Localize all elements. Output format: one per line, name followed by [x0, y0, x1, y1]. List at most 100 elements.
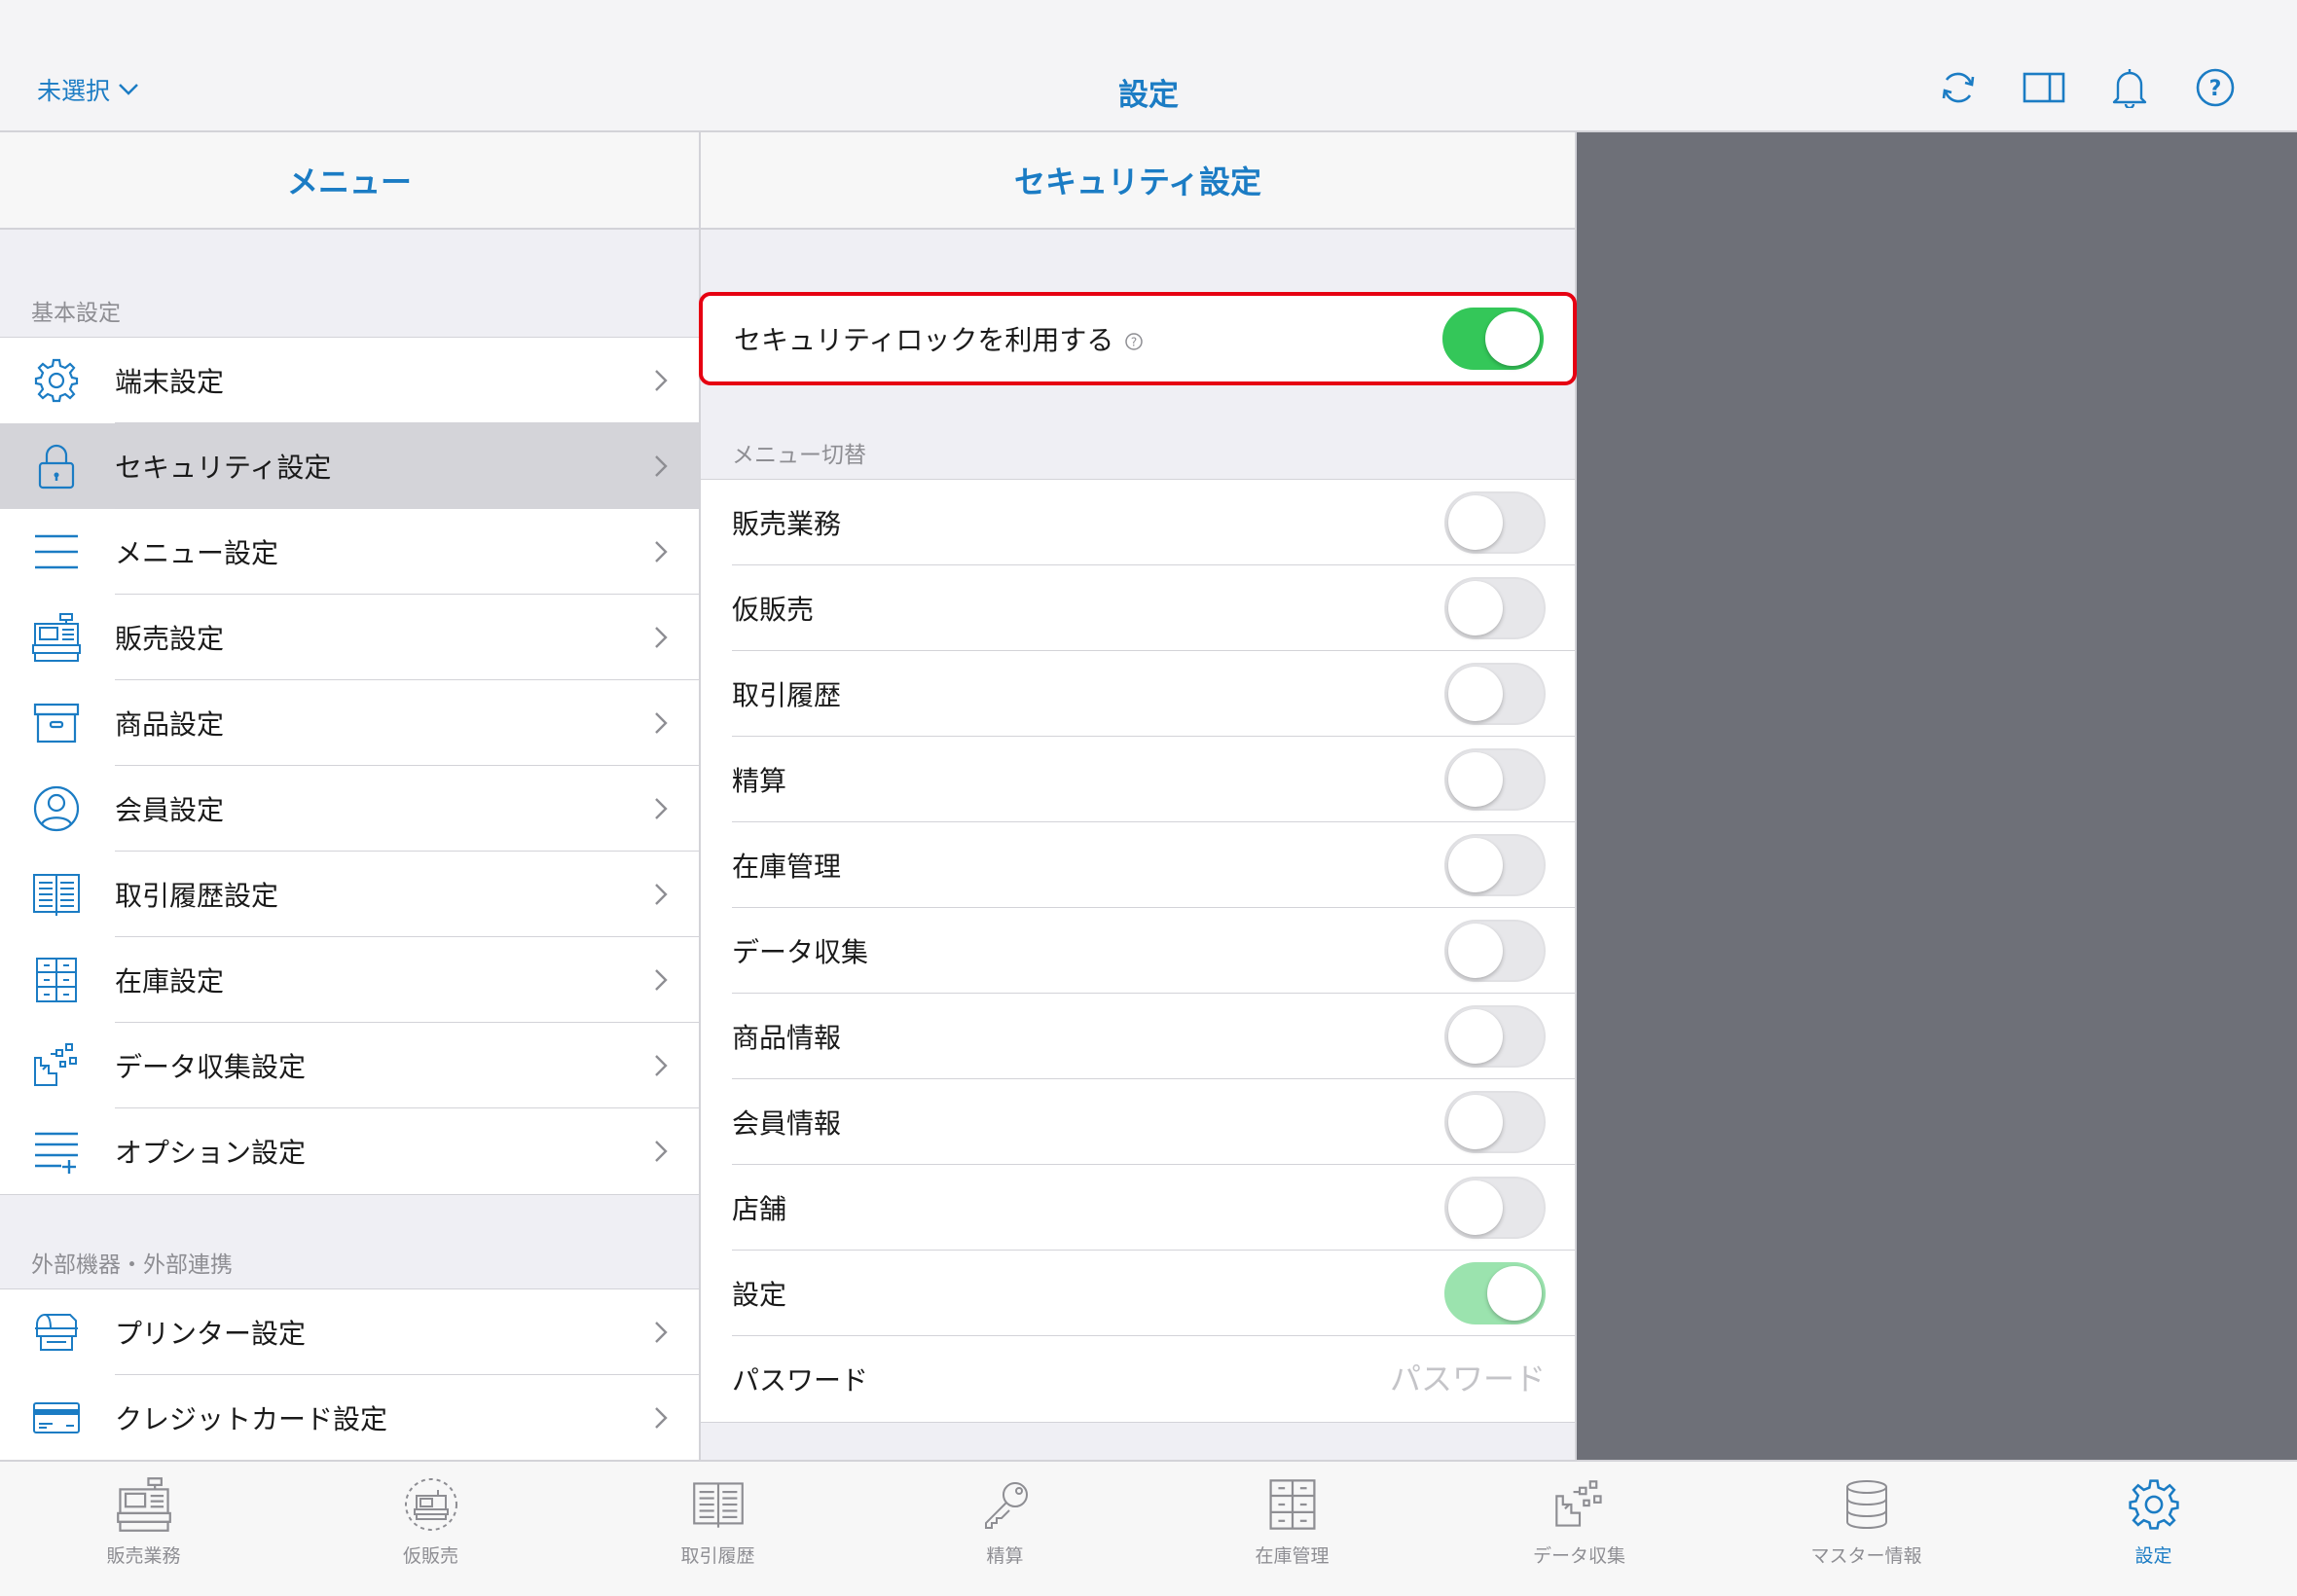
menu-item-option-settings[interactable]: オプション設定: [0, 1108, 699, 1194]
settings-toggle[interactable]: [1444, 1262, 1546, 1324]
menu-item-data-collection-settings[interactable]: データ収集設定: [0, 1023, 699, 1108]
menu-item-label: クレジットカード設定: [115, 1403, 388, 1435]
security-lock-label: セキュリティロックを利用する: [734, 324, 1114, 356]
toggle-row-inventory: 在庫管理: [701, 822, 1575, 908]
tab-label: 取引履歴: [680, 1545, 755, 1567]
security-settings-pane: セキュリティ設定 セキュリティロックを利用する ? メニュー切替 販売業務 仮販…: [699, 132, 1577, 1460]
menu-item-terminal-settings[interactable]: 端末設定: [0, 338, 699, 423]
toggle-row-label: 販売業務: [732, 508, 842, 540]
section-label-basic: 基本設定: [31, 301, 121, 326]
lock-icon: [31, 441, 82, 491]
temp-sales-toggle[interactable]: [1444, 577, 1546, 639]
menu-item-printer-settings[interactable]: プリンター設定: [0, 1289, 699, 1375]
menu-item-label: セキュリティ設定: [115, 452, 332, 484]
box-icon: [31, 698, 82, 748]
detail-pane-title: セキュリティ設定: [701, 132, 1575, 230]
menu-item-sales-settings[interactable]: 販売設定: [0, 595, 699, 680]
menu-item-security-settings[interactable]: セキュリティ設定: [0, 423, 699, 509]
database-icon: [1838, 1475, 1896, 1534]
tab-temp-sales[interactable]: 仮販売: [287, 1462, 574, 1596]
toggle-row-sales: 販売業務: [701, 480, 1575, 565]
security-lock-toggle[interactable]: [1442, 308, 1544, 370]
product-info-toggle[interactable]: [1444, 1005, 1546, 1068]
tab-label: 在庫管理: [1255, 1545, 1330, 1567]
help-icon[interactable]: ?: [2194, 66, 2237, 109]
toggle-row-product-info: 商品情報: [701, 994, 1575, 1079]
menu-item-member-settings[interactable]: 会員設定: [0, 766, 699, 852]
section-label-menu-switch: メニュー切替: [732, 443, 866, 468]
menu-item-inventory-settings[interactable]: 在庫設定: [0, 937, 699, 1023]
menu-item-label: 取引履歴設定: [115, 880, 279, 912]
options-icon: [31, 1126, 82, 1177]
tab-bar: 販売業務 仮販売 取引履歴 精算 在庫管理 データ収集 マスター情報 設定: [0, 1460, 2297, 1596]
password-input[interactable]: [1254, 1360, 1546, 1397]
menu-pane-title: メニュー: [0, 132, 699, 230]
chevron-right-icon: [655, 1055, 668, 1076]
tab-label: 精算: [986, 1545, 1024, 1567]
menu-item-label: データ収集設定: [115, 1051, 307, 1083]
register-icon: [31, 612, 82, 663]
menu-item-label: 商品設定: [115, 708, 225, 741]
toggle-row-data-collection: データ収集: [701, 908, 1575, 994]
password-row: パスワード: [701, 1336, 1575, 1422]
toggle-row-label: 店舗: [732, 1193, 787, 1225]
tab-sales[interactable]: 販売業務: [0, 1462, 287, 1596]
toggle-row-label: データ収集: [732, 936, 869, 968]
tab-master-info[interactable]: マスター情報: [1723, 1462, 2010, 1596]
toggle-knob: [1448, 924, 1503, 978]
temp-register-icon: [402, 1475, 460, 1534]
toggle-knob: [1487, 1266, 1542, 1321]
tab-label: 販売業務: [106, 1545, 181, 1567]
transaction-history-toggle[interactable]: [1444, 663, 1546, 725]
settlement-toggle[interactable]: [1444, 748, 1546, 811]
toggle-row-label: 取引履歴: [732, 679, 842, 711]
menu-item-menu-settings[interactable]: メニュー設定: [0, 509, 699, 595]
inventory-toggle[interactable]: [1444, 834, 1546, 896]
gear-icon: [2125, 1475, 2183, 1534]
bell-icon[interactable]: [2108, 66, 2151, 109]
tab-inventory[interactable]: 在庫管理: [1148, 1462, 1436, 1596]
menu-item-product-settings[interactable]: 商品設定: [0, 680, 699, 766]
register-icon: [115, 1475, 173, 1534]
toggle-row-label: 精算: [732, 765, 787, 797]
help-icon[interactable]: ?: [1124, 332, 1144, 351]
tab-data-collection[interactable]: データ収集: [1436, 1462, 1723, 1596]
menu-list-basic: 端末設定 セキュリティ設定 メニュー設定 販売設定 商品設定 会員設定 取引履歴…: [0, 337, 699, 1195]
tab-settlement[interactable]: 精算: [861, 1462, 1148, 1596]
printer-icon: [31, 1307, 82, 1358]
data-collect-icon: [1550, 1475, 1609, 1534]
menu-item-credit-card-settings[interactable]: クレジットカード設定: [0, 1375, 699, 1460]
tab-settings[interactable]: 設定: [2010, 1462, 2297, 1596]
toggle-row-settings: 設定: [701, 1251, 1575, 1336]
tab-label: 仮販売: [402, 1545, 458, 1567]
sales-toggle[interactable]: [1444, 491, 1546, 554]
toggle-knob: [1485, 311, 1540, 366]
toggle-row-temp-sales: 仮販売: [701, 565, 1575, 651]
split-view-icon[interactable]: [2023, 66, 2065, 109]
chevron-down-icon: [119, 84, 138, 95]
chevron-right-icon: [655, 1407, 668, 1429]
tab-transaction-history[interactable]: 取引履歴: [574, 1462, 861, 1596]
data-collection-toggle[interactable]: [1444, 920, 1546, 982]
store-toggle[interactable]: [1444, 1177, 1546, 1239]
menu-item-transaction-history-settings[interactable]: 取引履歴設定: [0, 852, 699, 937]
credit-card-icon: [31, 1393, 82, 1443]
toggle-row-label: 会員情報: [732, 1107, 842, 1140]
shelves-icon: [1263, 1475, 1322, 1534]
toggle-row-label: 仮販売: [732, 594, 815, 626]
chevron-right-icon: [655, 455, 668, 477]
store-selector-label: 未選択: [37, 77, 111, 105]
book-icon: [31, 869, 82, 920]
menu-item-label: 在庫設定: [115, 965, 225, 998]
toggle-row-settlement: 精算: [701, 737, 1575, 822]
member-info-toggle[interactable]: [1444, 1091, 1546, 1153]
sync-icon[interactable]: [1937, 66, 1980, 109]
password-label: パスワード: [732, 1364, 869, 1396]
store-selector[interactable]: 未選択: [37, 72, 139, 107]
chevron-right-icon: [655, 541, 668, 562]
toggle-row-label: 商品情報: [732, 1022, 842, 1054]
menu-list-external: プリンター設定 クレジットカード設定: [0, 1288, 699, 1460]
toggle-knob: [1448, 752, 1503, 807]
gear-icon: [31, 355, 82, 406]
menu-item-label: 販売設定: [115, 623, 225, 655]
